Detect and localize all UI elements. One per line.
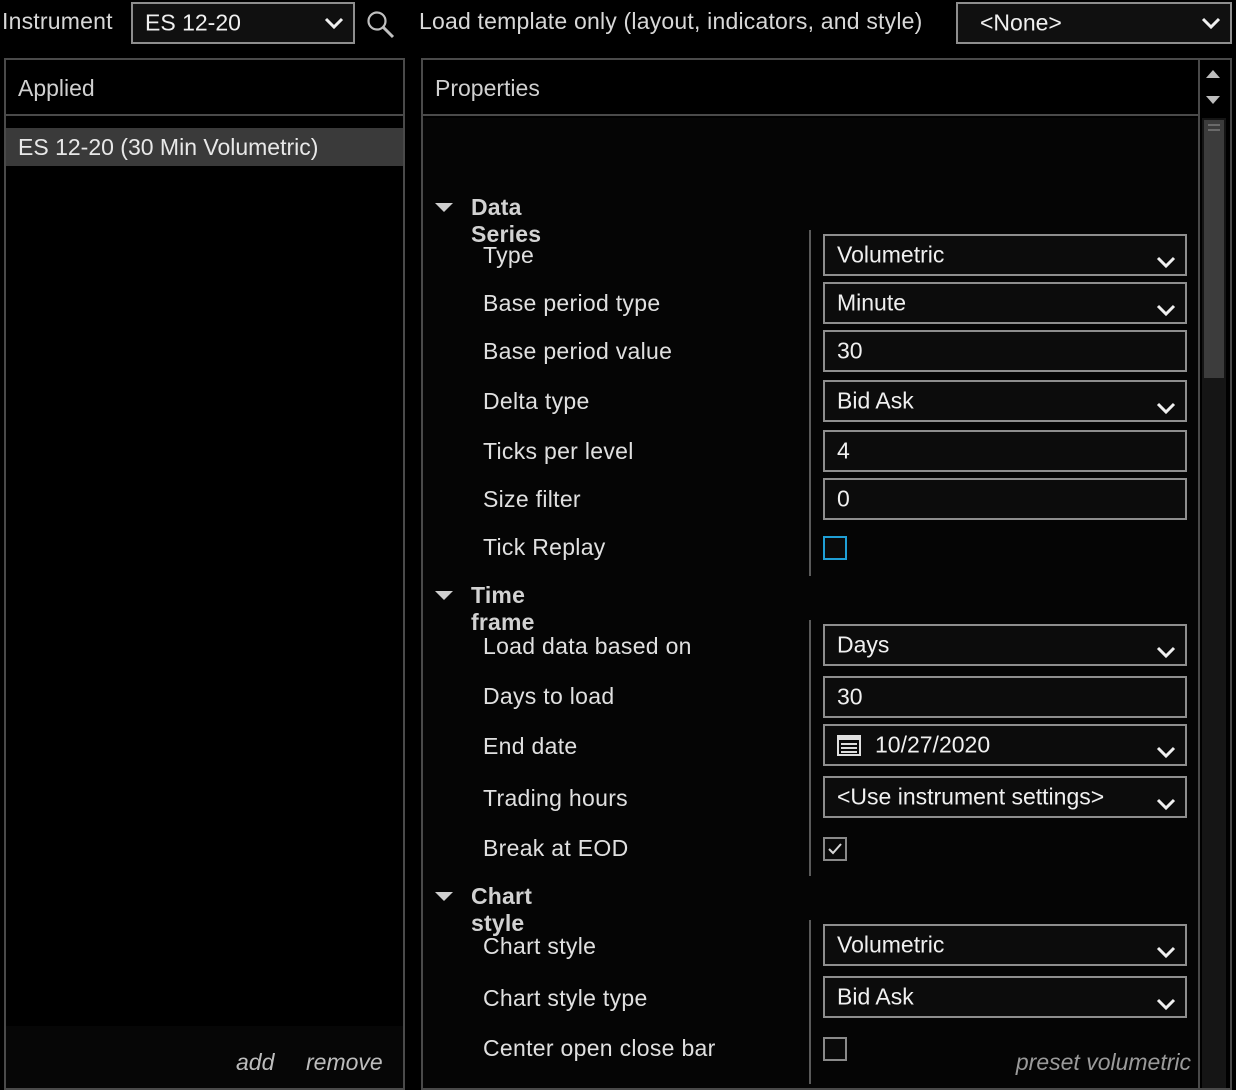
ticks-per-level-input[interactable]: 4 (823, 430, 1187, 472)
column-divider (809, 620, 811, 876)
base-period-value-value: 30 (837, 337, 863, 364)
template-dropdown[interactable]: <None> (956, 2, 1232, 44)
scroll-down-icon[interactable] (1206, 96, 1220, 104)
days-to-load-value: 30 (837, 683, 863, 710)
category-title: Chart style (471, 883, 533, 936)
tick-replay-label: Tick Replay (483, 534, 606, 560)
base-period-type-label: Base period type (483, 290, 661, 316)
base-period-type-dropdown[interactable]: Minute (823, 282, 1187, 324)
collapse-triangle-icon[interactable] (435, 203, 453, 212)
preset-volumetric-link[interactable]: preset volumetric (1016, 1049, 1191, 1076)
center-bar-checkbox[interactable] (823, 1037, 847, 1061)
grip-line (1208, 129, 1220, 131)
add-link[interactable]: add (236, 1049, 274, 1076)
days-to-load-input[interactable]: 30 (823, 676, 1187, 718)
chevron-down-icon (1155, 394, 1177, 415)
collapse-triangle-icon[interactable] (435, 591, 453, 600)
load-data-label: Load data based on (483, 633, 692, 659)
end-date-picker[interactable]: 10/27/2020 (823, 724, 1187, 766)
applied-item-label: ES 12-20 (30 Min Volumetric) (18, 134, 319, 160)
template-label: Load template only (layout, indicators, … (419, 8, 923, 34)
column-divider (809, 920, 811, 1084)
grip-line (1208, 124, 1220, 126)
calendar-icon[interactable] (837, 734, 861, 756)
chevron-down-icon (1155, 990, 1177, 1011)
instrument-label: Instrument (2, 8, 113, 34)
end-date-value: 10/27/2020 (875, 731, 991, 758)
chevron-down-icon (1155, 638, 1177, 659)
ticks-per-level-label: Ticks per level (483, 438, 634, 464)
chevron-down-icon (1155, 938, 1177, 959)
chevron-down-icon (1155, 738, 1177, 759)
delta-type-value: Bid Ask (837, 387, 914, 414)
delta-type-label: Delta type (483, 388, 590, 414)
chevron-down-icon (1155, 790, 1177, 811)
base-period-value-input[interactable]: 30 (823, 330, 1187, 372)
type-dropdown[interactable]: Volumetric (823, 234, 1187, 276)
chart-style-label: Chart style (483, 933, 597, 959)
chevron-down-icon (1200, 16, 1222, 30)
chevron-down-icon (323, 16, 345, 30)
applied-list-item[interactable]: ES 12-20 (30 Min Volumetric) (6, 128, 403, 166)
base-period-value-label: Base period value (483, 338, 673, 364)
properties-panel: Properties Data Series Type Volumetric B… (421, 58, 1232, 1090)
applied-title: Applied (18, 75, 95, 101)
chart-style-dropdown[interactable]: Volumetric (823, 924, 1187, 966)
trading-hours-value: <Use instrument settings> (837, 783, 1105, 810)
ticks-per-level-value: 4 (837, 437, 850, 464)
collapse-triangle-icon[interactable] (435, 892, 453, 901)
property-grid: Data Series Type Volumetric Base period … (423, 118, 1201, 1088)
properties-title: Properties (435, 75, 540, 101)
size-filter-label: Size filter (483, 486, 581, 512)
days-to-load-label: Days to load (483, 683, 615, 709)
scroll-up-icon[interactable] (1206, 70, 1220, 78)
column-divider (809, 230, 811, 576)
type-label: Type (483, 242, 535, 268)
chart-style-type-dropdown[interactable]: Bid Ask (823, 976, 1187, 1018)
chart-style-type-value: Bid Ask (837, 983, 914, 1010)
load-data-value: Days (837, 631, 890, 658)
scrollbar-thumb[interactable] (1204, 120, 1224, 378)
template-value: <None> (980, 9, 1062, 36)
remove-link[interactable]: remove (306, 1049, 383, 1076)
tick-replay-checkbox[interactable] (823, 536, 847, 560)
checkmark-icon (828, 843, 842, 855)
applied-footer: add remove (6, 1026, 403, 1088)
trading-hours-label: Trading hours (483, 785, 628, 811)
base-period-type-value: Minute (837, 289, 907, 316)
scrollbar-track[interactable] (1202, 118, 1226, 1088)
applied-panel: Applied ES 12-20 (30 Min Volumetric) add… (4, 58, 405, 1090)
search-icon[interactable] (364, 8, 396, 40)
chevron-down-icon (1155, 296, 1177, 317)
properties-scrollbar[interactable] (1198, 60, 1230, 1088)
applied-header: Applied (6, 60, 403, 116)
category-title: Time frame (471, 582, 535, 635)
chart-style-value: Volumetric (837, 931, 945, 958)
instrument-value: ES 12-20 (145, 9, 241, 36)
end-date-label: End date (483, 733, 578, 759)
chevron-down-icon (1155, 248, 1177, 269)
type-value: Volumetric (837, 241, 945, 268)
category-title: Data Series (471, 194, 542, 247)
break-eod-label: Break at EOD (483, 835, 629, 861)
instrument-dropdown[interactable]: ES 12-20 (131, 2, 355, 44)
size-filter-input[interactable]: 0 (823, 478, 1187, 520)
break-eod-checkbox[interactable] (823, 837, 847, 861)
size-filter-value: 0 (837, 485, 850, 512)
delta-type-dropdown[interactable]: Bid Ask (823, 380, 1187, 422)
trading-hours-dropdown[interactable]: <Use instrument settings> (823, 776, 1187, 818)
properties-header: Properties (423, 60, 1198, 116)
chart-style-type-label: Chart style type (483, 985, 648, 1011)
center-bar-label: Center open close bar (483, 1035, 716, 1061)
load-data-dropdown[interactable]: Days (823, 624, 1187, 666)
